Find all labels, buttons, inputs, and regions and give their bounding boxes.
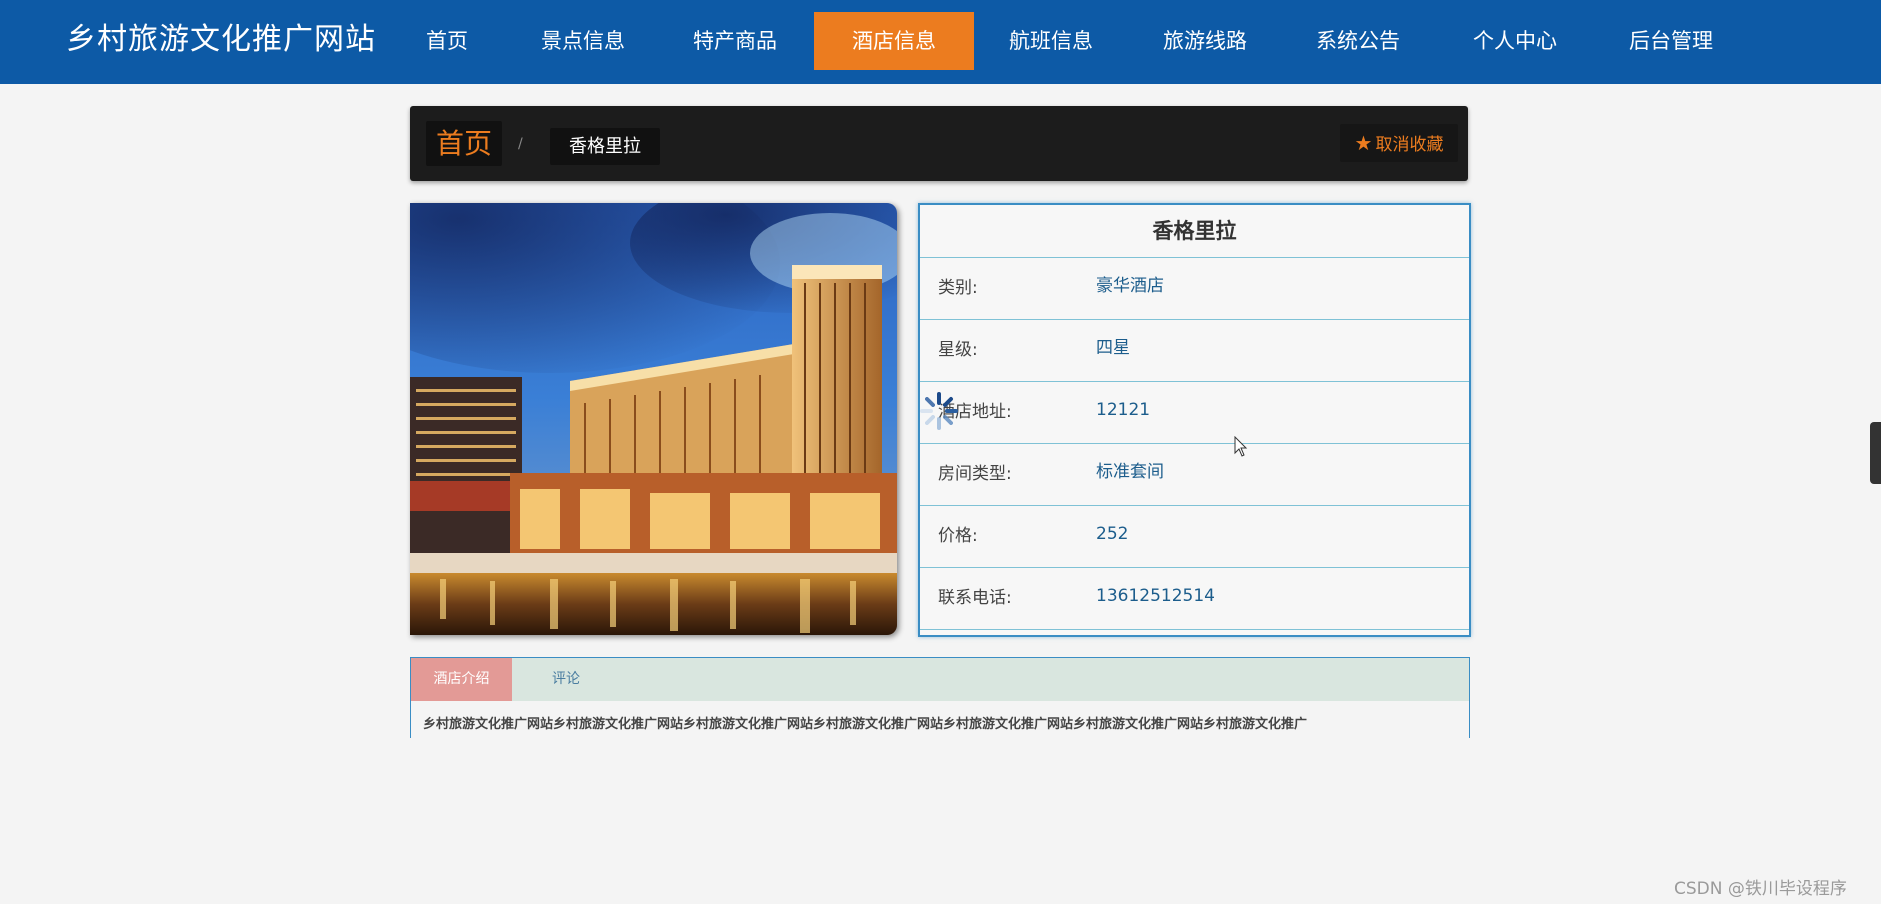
hotel-name: 香格里拉 <box>920 205 1469 258</box>
nav-item-profile[interactable]: 个人中心 <box>1460 12 1570 70</box>
info-row-category: 类别: 豪华酒店 <box>920 258 1469 320</box>
tab-bar: 酒店介绍 评论 <box>411 658 1469 701</box>
breadcrumb-home-link[interactable]: 首页 <box>426 121 502 166</box>
breadcrumb: 首页 / 香格里拉 ★ 取消收藏 <box>410 106 1468 181</box>
info-label: 房间类型: <box>938 464 1012 484</box>
info-row-room-type: 房间类型: 标准套间 <box>920 444 1469 506</box>
star-icon: ★ <box>1354 131 1373 155</box>
info-label: 类别: <box>938 278 978 298</box>
info-label: 星级: <box>938 340 978 360</box>
top-navbar: 乡村旅游文化推广网站 首页 景点信息 特产商品 酒店信息 航班信息 旅游线路 系… <box>0 0 1881 84</box>
info-value: 12121 <box>1096 400 1151 420</box>
info-row-price: 价格: 252 <box>920 506 1469 568</box>
unfavorite-button[interactable]: ★ 取消收藏 <box>1340 124 1458 162</box>
nav-item-announcements[interactable]: 系统公告 <box>1303 12 1413 70</box>
breadcrumb-current: 香格里拉 <box>550 128 660 165</box>
nav-item-routes[interactable]: 旅游线路 <box>1150 12 1260 70</box>
info-value: 13612512514 <box>1096 586 1215 606</box>
mouse-cursor-icon <box>1234 435 1248 462</box>
nav-item-hotels[interactable]: 酒店信息 <box>814 12 974 70</box>
info-row-star-rating: 星级: 四星 <box>920 320 1469 382</box>
unfavorite-label: 取消收藏 <box>1375 135 1444 155</box>
nav-item-admin[interactable]: 后台管理 <box>1616 12 1726 70</box>
info-value: 标准套间 <box>1096 462 1164 482</box>
detail-tabs: 酒店介绍 评论 乡村旅游文化推广网站乡村旅游文化推广网站乡村旅游文化推广网站乡村… <box>410 657 1470 738</box>
tab-hotel-intro[interactable]: 酒店介绍 <box>411 658 512 701</box>
tab-comments[interactable]: 评论 <box>512 658 620 701</box>
site-brand[interactable]: 乡村旅游文化推广网站 <box>66 0 376 84</box>
info-row-phone: 联系电话: 13612512514 <box>920 568 1469 630</box>
info-row-address: 酒店地址: 12121 <box>920 382 1469 444</box>
nav-item-attractions[interactable]: 景点信息 <box>528 12 638 70</box>
breadcrumb-separator: / <box>518 136 523 152</box>
info-value: 豪华酒店 <box>1096 276 1164 296</box>
info-label: 价格: <box>938 526 978 546</box>
loading-spinner-icon <box>918 390 960 432</box>
nav-item-specialties[interactable]: 特产商品 <box>680 12 790 70</box>
info-value: 四星 <box>1096 338 1130 358</box>
csdn-watermark: CSDN @铁川毕设程序 <box>1674 879 1847 899</box>
hotel-info-panel: 香格里拉 类别: 豪华酒店 星级: 四星 酒店地址: 12121 房间类型: 标… <box>918 203 1471 637</box>
hotel-intro-text: 乡村旅游文化推广网站乡村旅游文化推广网站乡村旅游文化推广网站乡村旅游文化推广网站… <box>423 717 1308 732</box>
info-value: 252 <box>1096 524 1129 544</box>
nav-item-flights[interactable]: 航班信息 <box>996 12 1106 70</box>
nav-item-home[interactable]: 首页 <box>413 12 481 70</box>
hotel-photo <box>410 203 897 635</box>
info-label: 联系电话: <box>938 588 1012 608</box>
side-float-handle[interactable] <box>1870 422 1881 484</box>
